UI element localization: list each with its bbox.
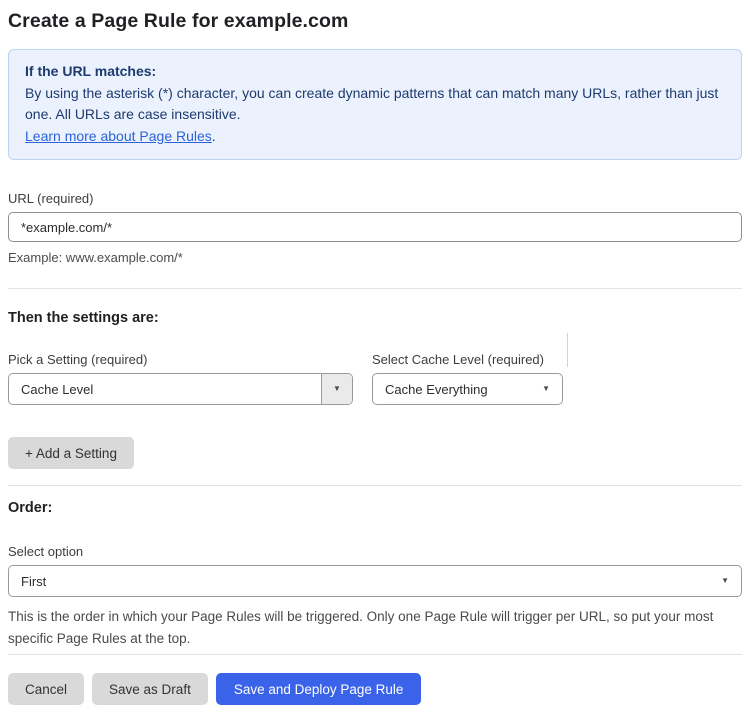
- cache-level-column: Select Cache Level (required) Cache Ever…: [372, 326, 563, 405]
- chevron-down-icon: ▼: [721, 576, 729, 585]
- setting-picker-label: Pick a Setting (required): [8, 352, 148, 367]
- save-as-draft-button[interactable]: Save as Draft: [92, 673, 208, 705]
- order-select-label: Select option: [8, 544, 84, 559]
- setting-picker-column: Pick a Setting (required) Cache Level ▼: [8, 326, 353, 405]
- link-period: .: [211, 127, 216, 144]
- cancel-button[interactable]: Cancel: [8, 673, 85, 705]
- save-and-deploy-button[interactable]: Save and Deploy Page Rule: [215, 673, 422, 705]
- setting-picker-value: Cache Level: [21, 381, 94, 397]
- divider: [8, 485, 742, 486]
- divider: [8, 654, 742, 655]
- learn-more-link[interactable]: Learn more about Page Rules: [25, 128, 212, 144]
- create-page-rule-form: Create a Page Rule for example.com If th…: [0, 0, 750, 715]
- add-setting-button[interactable]: + Add a Setting: [8, 437, 134, 469]
- url-input[interactable]: [8, 212, 742, 242]
- url-field-helper: Example: www.example.com/*: [8, 250, 183, 265]
- cache-level-value: Cache Everything: [385, 381, 488, 397]
- vertical-divider: [567, 333, 568, 367]
- divider: [8, 288, 742, 289]
- page-title: Create a Page Rule for example.com: [8, 10, 349, 32]
- order-section-heading: Order:: [8, 500, 53, 516]
- settings-row: Pick a Setting (required) Cache Level ▼ …: [8, 326, 742, 405]
- info-box-heading: If the URL matches:: [25, 63, 157, 79]
- order-helper-text: This is the order in which your Page Rul…: [8, 609, 714, 646]
- order-value: First: [21, 573, 47, 589]
- form-actions: Cancel Save as Draft Save and Deploy Pag…: [8, 673, 742, 705]
- url-match-info-box: If the URL matches: By using the asteris…: [8, 49, 742, 160]
- chevron-down-icon: ▼: [542, 384, 550, 393]
- settings-section-heading: Then the settings are:: [8, 310, 159, 326]
- info-box-body: By using the asterisk (*) character, you…: [25, 84, 719, 123]
- cache-level-label: Select Cache Level (required): [372, 352, 544, 367]
- cache-level-dropdown[interactable]: Cache Everything ▼: [372, 373, 563, 405]
- order-dropdown[interactable]: First ▼: [8, 565, 742, 597]
- dropdown-arrow-box: ▼: [321, 374, 352, 404]
- info-box-link-line: Learn more about Page Rules.: [25, 126, 725, 148]
- url-field-label: URL (required): [8, 191, 94, 206]
- setting-picker-dropdown[interactable]: Cache Level ▼: [8, 373, 353, 405]
- chevron-down-icon: ▼: [333, 384, 341, 393]
